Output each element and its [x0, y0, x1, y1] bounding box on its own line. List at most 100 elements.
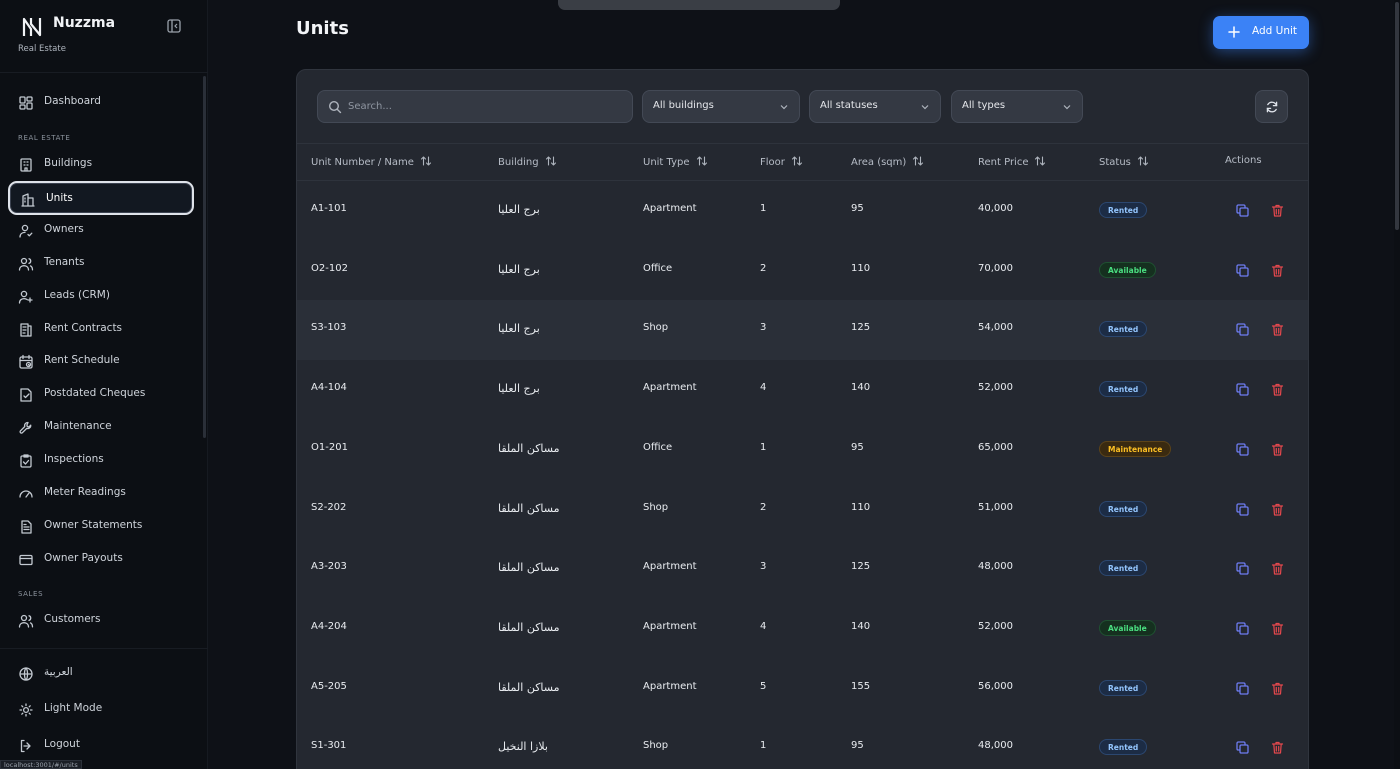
users-icon: [18, 256, 34, 272]
sidebar-item-customers[interactable]: Customers: [8, 604, 194, 638]
table-row[interactable]: A4-104 برج العليا Apartment 4 140 52,000 Rente…: [297, 360, 1308, 420]
sidebar-item-meter-readings[interactable]: Meter Readings: [8, 477, 194, 511]
sidebar-item-logout[interactable]: Logout: [8, 729, 194, 763]
column-header[interactable]: Floor: [760, 155, 803, 168]
add-unit-button[interactable]: Add Unit: [1213, 16, 1309, 49]
column-header[interactable]: Unit Number / Name: [311, 155, 432, 168]
sort-icon[interactable]: [690, 156, 708, 168]
sidebar-item-label: Tenants: [44, 255, 85, 268]
sidebar-item-maintenance[interactable]: Maintenance: [8, 411, 194, 445]
sort-icon[interactable]: [785, 156, 803, 168]
sidebar-item-dashboard[interactable]: Dashboard: [8, 86, 194, 120]
table-row[interactable]: A3-203 مساكن الملقا Apartment 3 125 48,000 Ren…: [297, 539, 1308, 599]
section-label-sales: SALES: [18, 590, 44, 598]
status-badge: Rented: [1099, 321, 1148, 338]
table-row[interactable]: A5-205 مساكن الملقا Apartment 5 155 56,000 Ren…: [297, 659, 1308, 719]
column-header[interactable]: Area (sqm): [851, 155, 924, 168]
column-header[interactable]: Building: [498, 155, 557, 168]
sort-icon[interactable]: [539, 156, 557, 168]
table-row[interactable]: S1-301 بلازا النخيل Shop 1 95 48,000 Rented: [297, 718, 1308, 769]
search-input[interactable]: [348, 91, 628, 122]
table-row[interactable]: S3-103 برج العليا Shop 3 125 54,000 Rented: [297, 300, 1308, 361]
sort-icon[interactable]: [1028, 156, 1046, 168]
delete-icon[interactable]: [1270, 442, 1285, 457]
delete-icon[interactable]: [1270, 322, 1285, 337]
duplicate-icon[interactable]: [1235, 382, 1250, 397]
sidebar-item-units[interactable]: Units: [8, 180, 194, 215]
building-filter-select[interactable]: All buildings: [642, 90, 800, 123]
unit-number: A5-205: [311, 680, 347, 692]
logout-icon: [18, 738, 34, 754]
rent-price: 51,000: [978, 501, 1013, 513]
refresh-button[interactable]: [1255, 90, 1288, 123]
type-filter-select[interactable]: All types: [951, 90, 1083, 123]
clipboard-check-icon: [18, 453, 34, 469]
status-badge: Rented: [1099, 500, 1148, 517]
delete-icon[interactable]: [1270, 502, 1285, 517]
area: 155: [851, 680, 871, 692]
sidebar-item-tenants[interactable]: Tenants: [8, 247, 194, 281]
delete-icon[interactable]: [1270, 263, 1285, 278]
sidebar-item-leads[interactable]: Leads (CRM): [8, 280, 194, 314]
area: 125: [851, 561, 871, 573]
column-header[interactable]: Unit Type: [643, 155, 708, 168]
sidebar-item-inspections[interactable]: Inspections: [8, 444, 194, 478]
duplicate-icon[interactable]: [1235, 203, 1250, 218]
delete-icon[interactable]: [1270, 382, 1285, 397]
sidebar-item-language[interactable]: العربية: [8, 657, 194, 691]
unit-type: Apartment: [643, 561, 697, 573]
sidebar-item-owners[interactable]: Owners: [8, 214, 194, 248]
table-row[interactable]: A4-204 مساكن الملقا Apartment 4 140 52,000 Ava…: [297, 599, 1308, 659]
duplicate-icon[interactable]: [1235, 740, 1250, 755]
sidebar-item-theme[interactable]: Light Mode: [8, 693, 194, 727]
delete-icon[interactable]: [1270, 681, 1285, 696]
table-row[interactable]: O2-102 برج العليا Office 2 110 70,000 Availabl…: [297, 241, 1308, 301]
sidebar-item-owner-statements[interactable]: Owner Statements: [8, 510, 194, 544]
sidebar-item-buildings[interactable]: Buildings: [8, 148, 194, 182]
sort-icon[interactable]: [1131, 156, 1149, 168]
status-badge: Available: [1099, 261, 1156, 278]
table-row[interactable]: S2-202 مساكن الملقا Shop 2 110 51,000 Rented: [297, 480, 1308, 540]
sidebar-item-owner-payouts[interactable]: Owner Payouts: [8, 543, 194, 577]
building-name: بلازا النخيل: [498, 740, 548, 754]
sort-icon[interactable]: [906, 156, 924, 168]
column-header[interactable]: Rent Price: [978, 155, 1046, 168]
sidebar-item-postdated-cheques[interactable]: Postdated Cheques: [8, 378, 194, 412]
duplicate-icon[interactable]: [1235, 561, 1250, 576]
table-row[interactable]: A1-101 برج العليا Apartment 1 95 40,000 Rented: [297, 181, 1308, 241]
delete-icon[interactable]: [1270, 621, 1285, 636]
sort-icon[interactable]: [414, 156, 432, 168]
sidebar-collapse-icon[interactable]: [166, 18, 182, 34]
document-icon: [18, 519, 34, 535]
unit-type: Shop: [643, 501, 669, 513]
delete-icon[interactable]: [1270, 561, 1285, 576]
delete-icon[interactable]: [1270, 740, 1285, 755]
status-badge: Rented: [1099, 560, 1148, 577]
unit-number: A1-101: [311, 203, 347, 214]
page-scrollbar-thumb[interactable]: [1395, 2, 1399, 230]
status-filter-select[interactable]: All statuses: [809, 90, 941, 123]
sidebar-item-label: Postdated Cheques: [44, 387, 146, 400]
sidebar-item-label: Rent Contracts: [44, 321, 123, 334]
building-name: مساكن الملقا: [498, 680, 560, 694]
duplicate-icon[interactable]: [1235, 442, 1250, 457]
page-scrollbar[interactable]: [1394, 0, 1400, 769]
duplicate-icon[interactable]: [1235, 263, 1250, 278]
card-icon: [18, 552, 34, 568]
nuzzma-logo-icon: [22, 17, 42, 37]
sidebar-scrollbar[interactable]: [203, 76, 206, 438]
column-header[interactable]: Status: [1099, 155, 1149, 168]
search-box[interactable]: [317, 90, 633, 123]
duplicate-icon[interactable]: [1235, 502, 1250, 517]
duplicate-icon[interactable]: [1235, 681, 1250, 696]
rent-price: 52,000: [978, 620, 1013, 632]
duplicate-icon[interactable]: [1235, 322, 1250, 337]
sidebar-item-rent-schedule[interactable]: Rent Schedule: [8, 345, 194, 379]
column-header-label: Floor: [760, 157, 785, 168]
top-drag-handle[interactable]: [558, 0, 840, 10]
building-name: مساكن الملقا: [498, 620, 560, 634]
duplicate-icon[interactable]: [1235, 621, 1250, 636]
table-row[interactable]: O1-201 مساكن الملقا Office 1 95 65,000 Mainten…: [297, 420, 1308, 480]
sidebar-item-rent-contracts[interactable]: Rent Contracts: [8, 313, 194, 347]
delete-icon[interactable]: [1270, 203, 1285, 218]
